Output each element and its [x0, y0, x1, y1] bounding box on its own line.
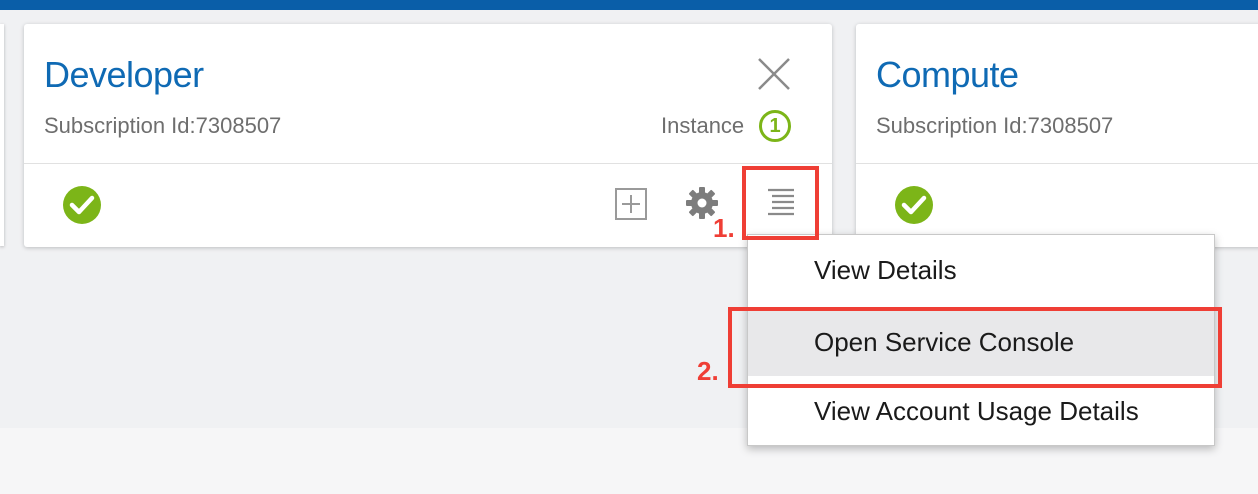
card-title[interactable]: Compute — [876, 54, 1019, 96]
menu-item-view-details[interactable]: View Details — [748, 237, 1214, 303]
add-icon[interactable] — [614, 187, 648, 221]
developer-service-card: Developer Subscription Id:7308507 Instan… — [24, 24, 832, 247]
card-divider — [856, 163, 1258, 164]
previous-card-edge — [0, 24, 4, 246]
step-1-highlight-box — [742, 166, 819, 240]
card-title[interactable]: Developer — [44, 54, 204, 96]
card-divider — [24, 163, 832, 164]
close-icon[interactable] — [756, 56, 792, 92]
step-1-label: 1. — [713, 213, 735, 243]
compute-service-card: Compute Subscription Id:7308507 — [856, 24, 1258, 247]
step-2-label: 2. — [697, 356, 719, 386]
top-header-bar — [0, 0, 1258, 10]
step-2-highlight-box — [728, 307, 1222, 388]
check-circle-icon — [62, 185, 102, 225]
instance-count-badge[interactable]: 1 — [759, 110, 791, 142]
instance-label: Instance — [661, 113, 745, 138]
check-circle-icon — [894, 185, 934, 225]
subscription-id: Subscription Id:7308507 — [876, 113, 1114, 138]
subscription-id: Subscription Id:7308507 — [44, 113, 282, 138]
